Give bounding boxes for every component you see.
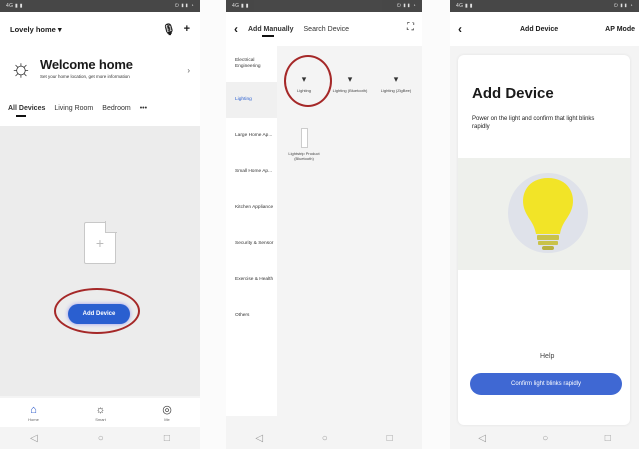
back-icon[interactable]: ‹ bbox=[458, 22, 462, 36]
home-nav-icon[interactable]: ○ bbox=[98, 433, 104, 444]
status-bar: 4G ▮ ▮ ⏻ ▮▮ ◔ bbox=[450, 0, 639, 12]
system-nav-bar: ◁ ○ □ bbox=[226, 427, 422, 449]
category-item[interactable]: Small Home Ap... bbox=[226, 154, 277, 190]
status-bar: 4G ▮ ▮ ⏻ ▮▮ ◔ bbox=[0, 0, 200, 12]
system-nav-bar: ◁ ○ □ bbox=[0, 427, 200, 449]
highlight-circle bbox=[54, 288, 140, 334]
back-icon[interactable]: ‹ bbox=[234, 22, 238, 36]
help-link[interactable]: Help bbox=[540, 353, 554, 360]
header: ‹ Add Manually Search Device ⛶ bbox=[226, 12, 422, 46]
home-nav-icon[interactable]: ○ bbox=[542, 433, 548, 444]
instruction-text: Power on the light and confirm that ligh… bbox=[472, 116, 595, 131]
tab-add-manually[interactable]: Add Manually bbox=[248, 26, 294, 37]
profile-icon: ◎ bbox=[162, 404, 172, 416]
system-nav-bar: ◁ ○ □ bbox=[450, 427, 639, 449]
category-item[interactable]: Electrical Engineering bbox=[226, 46, 277, 82]
tab-me[interactable]: ◎ Me bbox=[162, 403, 172, 422]
card-title: Add Device bbox=[472, 85, 554, 102]
empty-document-icon: + bbox=[84, 221, 117, 264]
scan-icon[interactable]: ⛶ bbox=[407, 22, 414, 33]
microphone-icon[interactable]: 🎙︎ bbox=[162, 23, 176, 36]
category-list: Electrical Engineering Lighting Large Ho… bbox=[226, 46, 277, 416]
lightbulb-icon bbox=[523, 178, 573, 250]
recents-nav-icon[interactable]: □ bbox=[164, 433, 170, 444]
caret-down-icon: ▾ bbox=[57, 24, 62, 34]
bottom-tab-bar: ⌂ Home ☼ Smart ◎ Me bbox=[0, 398, 200, 427]
bulb-illustration bbox=[458, 158, 630, 270]
status-bar: 4G ▮ ▮ ⏻ ▮▮ ◔ bbox=[226, 0, 422, 12]
category-item[interactable]: Large Home Ap... bbox=[226, 118, 277, 154]
tab-all-devices[interactable]: All Devices bbox=[8, 105, 45, 117]
tab-search-device[interactable]: Search Device bbox=[304, 26, 350, 33]
tab-bedroom[interactable]: Bedroom bbox=[102, 105, 130, 112]
tab-living-room[interactable]: Living Room bbox=[54, 105, 93, 112]
device-lighting-zigbee[interactable]: ▾ Lighting (ZigBee) bbox=[375, 74, 417, 94]
smart-icon: ☼ bbox=[95, 403, 106, 416]
back-nav-icon[interactable]: ◁ bbox=[478, 433, 486, 444]
home-nav-icon[interactable]: ○ bbox=[322, 433, 328, 444]
device-lightstrip[interactable]: Lightstrip Product (Bluetooth) bbox=[283, 128, 325, 162]
recents-nav-icon[interactable]: □ bbox=[605, 433, 611, 444]
lightstrip-icon bbox=[300, 128, 308, 148]
bulb-icon: ▾ bbox=[393, 74, 399, 84]
welcome-banner[interactable]: ☼ Welcome home Set your home location, g… bbox=[0, 46, 200, 91]
welcome-subtitle: Set your home location, get more informa… bbox=[40, 74, 130, 80]
category-item[interactable]: Security & Sensor bbox=[226, 226, 277, 262]
home-screen: 4G ▮ ▮ ⏻ ▮▮ ◔ Lovely home ▾ 🎙︎ + ☼ Welcom… bbox=[0, 0, 200, 449]
category-item[interactable]: Kitchen Appliance bbox=[226, 190, 277, 226]
back-nav-icon[interactable]: ◁ bbox=[255, 433, 263, 444]
confirm-button[interactable]: Confirm light blinks rapidly bbox=[470, 373, 622, 395]
add-device-instruction-screen: 4G ▮ ▮ ⏻ ▮▮ ◔ ‹ Add Device AP Mode Add De… bbox=[450, 0, 639, 449]
bulb-icon: ▾ bbox=[347, 74, 353, 84]
home-selector[interactable]: Lovely home ▾ bbox=[10, 25, 62, 34]
highlight-circle bbox=[284, 55, 332, 107]
top-bar: Lovely home ▾ 🎙︎ + bbox=[0, 12, 200, 46]
room-tabs: All Devices Living Room Bedroom ••• bbox=[0, 91, 200, 126]
category-item[interactable]: Lighting bbox=[226, 82, 277, 118]
recents-nav-icon[interactable]: □ bbox=[387, 433, 393, 444]
home-icon: ⌂ bbox=[30, 403, 37, 416]
category-item[interactable]: Exercise & Health bbox=[226, 262, 277, 298]
back-nav-icon[interactable]: ◁ bbox=[30, 433, 38, 444]
sun-icon: ☼ bbox=[10, 54, 32, 82]
more-icon[interactable]: ••• bbox=[140, 105, 147, 112]
plus-icon[interactable]: + bbox=[184, 23, 190, 35]
device-lighting-bluetooth[interactable]: ▾ Lighting (Bluetooth) bbox=[329, 74, 371, 94]
welcome-title: Welcome home bbox=[40, 57, 133, 73]
header: ‹ Add Device AP Mode bbox=[450, 12, 639, 46]
tab-smart[interactable]: ☼ Smart bbox=[95, 404, 106, 422]
device-area: + Add Device bbox=[0, 126, 200, 396]
tab-home[interactable]: ⌂ Home bbox=[28, 404, 39, 422]
ap-mode-link[interactable]: AP Mode bbox=[605, 26, 635, 33]
instruction-card: Add Device Power on the light and confir… bbox=[458, 55, 630, 425]
header-title: Add Device bbox=[520, 25, 559, 33]
category-item[interactable]: Others bbox=[226, 298, 277, 334]
add-device-category-screen: 4G ▮ ▮ ⏻ ▮▮ ◔ ‹ Add Manually Search Devic… bbox=[226, 0, 422, 449]
chevron-right-icon: › bbox=[187, 66, 190, 75]
